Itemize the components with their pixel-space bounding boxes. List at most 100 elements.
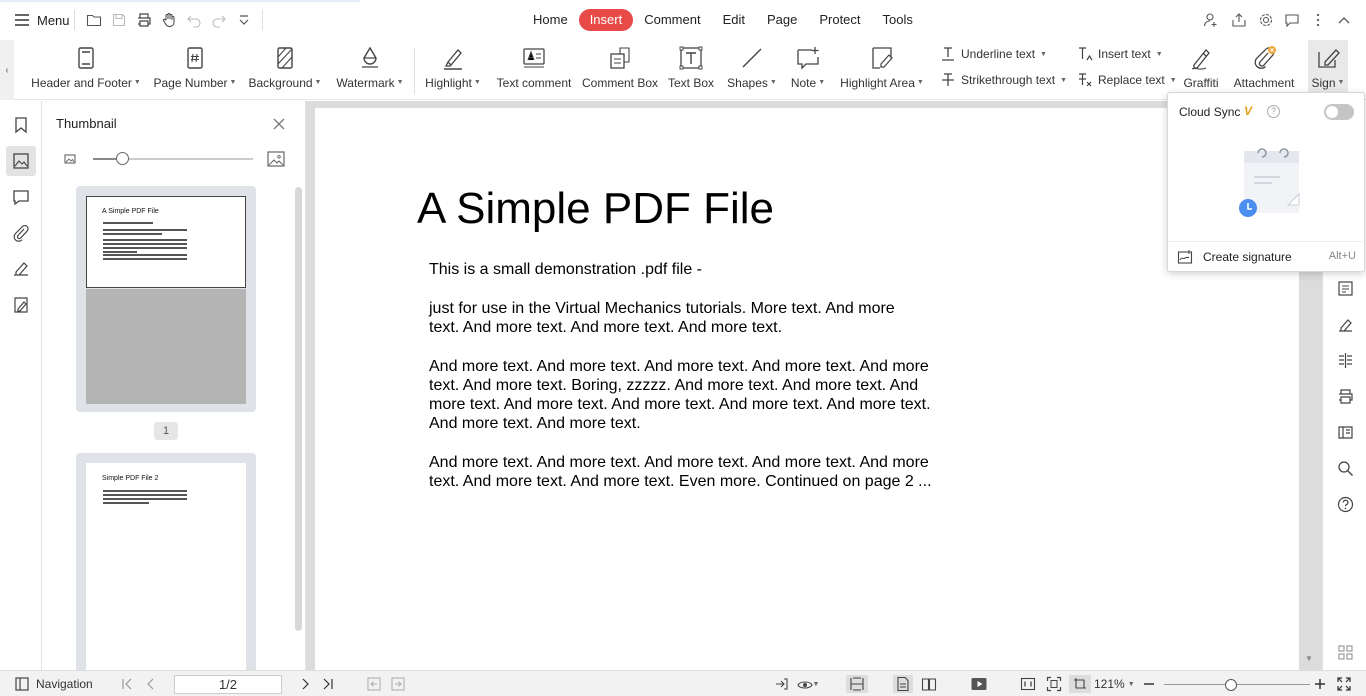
open-folder-button[interactable] [84, 10, 104, 30]
hand-tool-button[interactable] [159, 10, 179, 30]
rotate-view-button[interactable] [1069, 675, 1091, 693]
undo-button[interactable] [184, 10, 204, 30]
help-button[interactable] [1334, 493, 1356, 515]
watermark-button[interactable]: Watermark ▼ [334, 40, 406, 100]
page-number-button[interactable]: Page Number ▼ [152, 40, 238, 100]
image-small-icon[interactable] [62, 151, 78, 167]
zoom-select[interactable]: 121% ▼ [1094, 675, 1135, 693]
strikethrough-text-label: Strikethrough text [961, 73, 1056, 87]
fit-width-button[interactable] [846, 675, 868, 693]
thumbnail-page-2[interactable]: Simple PDF File 2 [76, 453, 256, 670]
chevron-left-icon [147, 678, 154, 690]
scroll-down-arrow-icon[interactable]: ▼ [1305, 654, 1313, 663]
replace-text-button[interactable]: Replace text ▼ [1077, 71, 1177, 89]
layers-panel-button[interactable] [6, 290, 36, 320]
zoom-in-button[interactable] [1312, 675, 1328, 693]
convert-button[interactable] [1334, 421, 1356, 443]
previous-view-button[interactable] [365, 675, 383, 693]
bookmarks-button[interactable] [6, 110, 36, 140]
eye-care-button[interactable]: ▼ [795, 675, 821, 693]
tab-home[interactable]: Home [522, 9, 579, 31]
save-button[interactable] [109, 10, 129, 30]
highlight-area-icon [872, 47, 893, 69]
fill-sign-button[interactable] [1334, 313, 1356, 335]
text-line: just for use in the Virtual Mechanics tu… [429, 300, 895, 317]
tab-protect[interactable]: Protect [808, 9, 871, 31]
settings-button[interactable] [1256, 10, 1276, 30]
header-footer-button[interactable]: Header and Footer ▼ [30, 40, 142, 100]
actual-size-button[interactable] [1018, 675, 1038, 693]
next-view-button[interactable] [389, 675, 407, 693]
redo-button[interactable] [209, 10, 229, 30]
tab-page[interactable]: Page [756, 9, 808, 31]
ocr-button[interactable] [1334, 277, 1356, 299]
print-side-button[interactable] [1334, 385, 1356, 407]
attachments-panel-button[interactable] [6, 218, 36, 248]
two-page-button[interactable] [919, 675, 939, 693]
feedback-button[interactable] [1282, 10, 1302, 30]
zoom-out-button[interactable] [1141, 675, 1157, 693]
thumbnails-button[interactable] [6, 146, 36, 176]
cloud-sync-toggle[interactable] [1324, 104, 1354, 120]
tab-edit[interactable]: Edit [712, 9, 756, 31]
strikethrough-text-button[interactable]: Strikethrough text ▼ [940, 71, 1067, 89]
text-box-button[interactable]: Text Box [666, 40, 716, 100]
tab-comment[interactable]: Comment [633, 9, 711, 31]
highlight-button[interactable]: Highlight ▼ [421, 40, 485, 100]
thumbnail-page-1[interactable]: A Simple PDF File [76, 186, 256, 412]
first-page-button[interactable] [118, 675, 136, 693]
close-panel-button[interactable] [270, 115, 288, 133]
previous-page-button[interactable] [142, 675, 160, 693]
text-line: text. And more text. And more text. Even… [429, 473, 932, 490]
comments-button[interactable] [6, 182, 36, 212]
last-page-icon [323, 678, 333, 690]
page-number-input[interactable]: 1/2 [174, 675, 282, 694]
account-button[interactable] [1201, 10, 1221, 30]
sign-button[interactable]: Sign ▼ [1308, 40, 1348, 100]
ribbon-scroll-left[interactable]: ‹ [0, 40, 14, 100]
fullscreen-button[interactable] [1335, 675, 1353, 693]
close-icon [273, 118, 285, 130]
collapse-ribbon-button[interactable] [1334, 10, 1354, 30]
next-page-button[interactable] [296, 675, 314, 693]
more-options-button[interactable] [1308, 10, 1328, 30]
share-button[interactable] [1229, 10, 1249, 30]
compare-button[interactable] [1334, 349, 1356, 371]
text-box-label: Text Box [667, 76, 715, 90]
insert-text-button[interactable]: Insert text ▼ [1077, 45, 1163, 63]
comment-box-button[interactable]: Comment Box [582, 40, 658, 100]
underline-text-button[interactable]: Underline text ▼ [940, 45, 1047, 63]
slideshow-button[interactable] [967, 675, 991, 693]
customize-quick-access-button[interactable] [234, 10, 254, 30]
text-line: And more text. And more text. [429, 415, 641, 432]
background-button[interactable]: Background ▼ [246, 40, 324, 100]
single-page-button[interactable] [893, 675, 913, 693]
app-grid-button[interactable] [1334, 641, 1356, 663]
zoom-slider-handle[interactable] [1225, 679, 1238, 691]
minus-icon [1144, 683, 1154, 685]
tab-insert[interactable]: Insert [578, 9, 634, 31]
help-icon[interactable]: ? [1267, 105, 1280, 118]
attachment-button[interactable]: Attachment [1230, 40, 1298, 100]
panel-scrollbar[interactable] [295, 187, 302, 631]
navigation-toggle[interactable]: Navigation [14, 675, 93, 693]
slider-handle[interactable] [115, 152, 129, 165]
graffiti-button[interactable]: Graffiti [1178, 40, 1224, 100]
gear-icon [1259, 13, 1273, 27]
thumbnail-page-number: 1 [154, 422, 178, 440]
print-button[interactable] [134, 10, 154, 30]
note-button[interactable]: Note ▼ [786, 40, 830, 100]
image-large-icon[interactable] [266, 149, 286, 169]
last-page-button[interactable] [319, 675, 337, 693]
highlight-area-button[interactable]: Highlight Area ▼ [838, 40, 926, 100]
sidebar-icon [15, 677, 29, 691]
extract-button[interactable] [773, 675, 791, 693]
shapes-button[interactable]: Shapes ▼ [726, 40, 778, 100]
text-comment-button[interactable]: Text comment [494, 40, 574, 100]
search-button[interactable] [1334, 457, 1356, 479]
attachment-label: Attachment [1233, 76, 1295, 90]
fit-page-button[interactable] [1044, 675, 1064, 693]
signatures-panel-button[interactable] [6, 254, 36, 284]
menu-button[interactable]: Menu [14, 10, 70, 30]
tab-tools[interactable]: Tools [872, 9, 924, 31]
